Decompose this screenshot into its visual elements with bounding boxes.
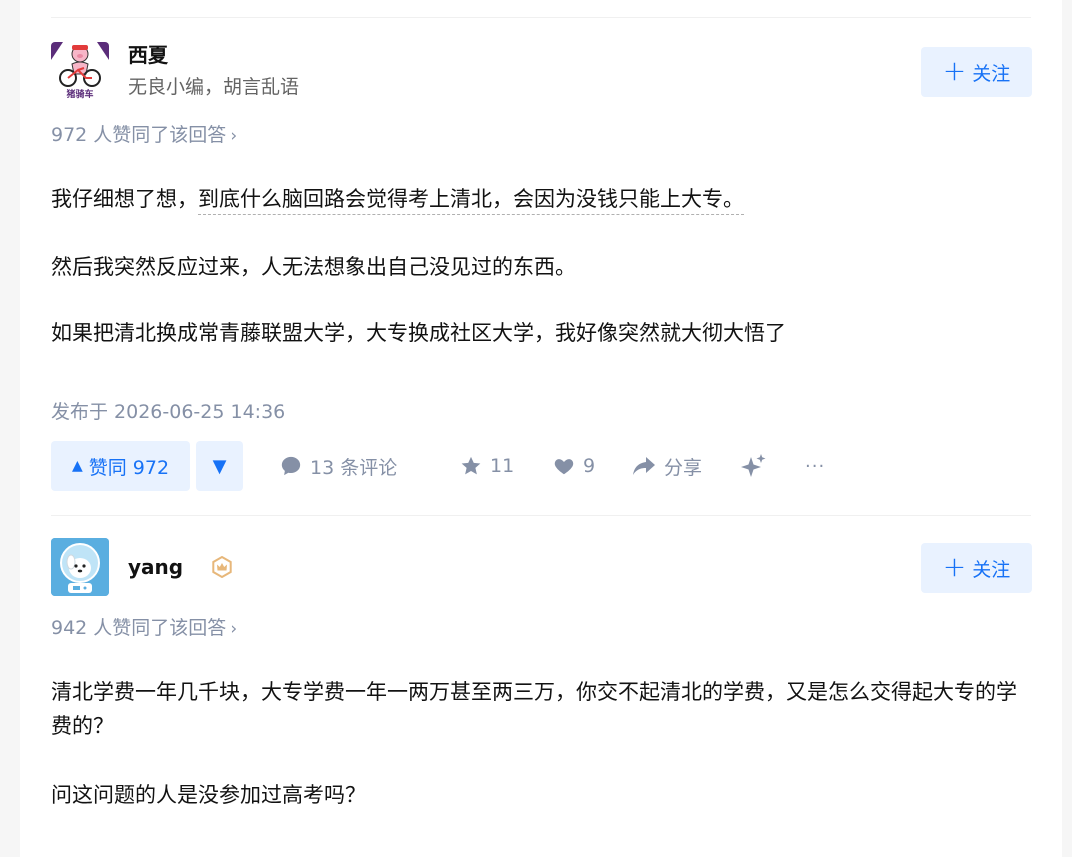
- publish-time[interactable]: 发布于 2026-06-25 14:36: [51, 397, 285, 424]
- upvote-button[interactable]: ▲ 赞同 972: [51, 441, 190, 491]
- comment-icon: [281, 456, 301, 476]
- plus-icon: +: [942, 550, 967, 583]
- follow-label: 关注: [972, 558, 1011, 581]
- comment-button[interactable]: 13 条评论: [280, 441, 397, 491]
- avatar[interactable]: [51, 538, 109, 596]
- avatar[interactable]: 猪骑车: [51, 42, 109, 100]
- favorite-button[interactable]: 11: [460, 441, 514, 491]
- avatar-caption: 猪骑车: [66, 90, 94, 100]
- triangle-down-icon: ▼: [212, 455, 227, 477]
- paragraph-text: 我仔细想了想，: [51, 187, 198, 211]
- downvote-button[interactable]: ▼: [196, 441, 243, 491]
- share-arrow-icon: [633, 457, 655, 475]
- chevron-right-icon: ›: [230, 619, 238, 639]
- plus-icon: +: [942, 54, 967, 87]
- action-bar: ▲ 赞同 972 ▼ 13 条评论 11 9 分享 ···: [51, 441, 1031, 491]
- triangle-up-icon: ▲: [71, 458, 83, 474]
- vote-summary-text: 972 人赞同了该回答: [51, 124, 227, 146]
- answer-paragraph: 如果把清北换成常青藤联盟大学，大专换成社区大学，我好像突然就大彻大悟了: [51, 321, 786, 345]
- comment-label: 13 条评论: [310, 456, 398, 479]
- author-name[interactable]: yang: [128, 555, 183, 579]
- answer-paragraph: 然后我突然反应过来，人无法想象出自己没见过的东西。: [51, 255, 576, 279]
- divider: [51, 515, 1031, 516]
- share-button[interactable]: 分享: [632, 441, 702, 491]
- upvote-label: 赞同 972: [88, 456, 170, 479]
- highlighted-text[interactable]: 到底什么脑回路会觉得考上清北，会因为没钱只能上大专。: [198, 187, 744, 215]
- heart-icon: [554, 459, 574, 475]
- answer-paragraph: 清北学费一年几千块，大专学费一年一两万甚至两三万，你交不起清北的学费，又是怎么交…: [51, 680, 1017, 738]
- chevron-right-icon: ›: [230, 126, 238, 146]
- follow-label: 关注: [972, 62, 1011, 85]
- like-count: 9: [583, 455, 596, 477]
- vote-summary-text: 942 人赞同了该回答: [51, 617, 227, 639]
- ai-sparkle-button[interactable]: [740, 441, 768, 491]
- vote-summary[interactable]: 942 人赞同了该回答 ›: [51, 616, 237, 641]
- follow-button[interactable]: + 关注: [921, 543, 1032, 593]
- answer-paragraph: 我仔细想了想，到底什么脑回路会觉得考上清北，会因为没钱只能上大专。: [51, 182, 1031, 216]
- astronaut-dog-avatar-icon: [51, 538, 109, 596]
- author-name[interactable]: 西夏: [128, 43, 168, 67]
- more-icon: ···: [805, 455, 826, 477]
- sparkle-icon: [741, 454, 766, 477]
- more-button[interactable]: ···: [805, 441, 825, 491]
- author-headline: 无良小编，胡言乱语: [128, 76, 300, 98]
- divider: [51, 17, 1031, 18]
- vote-summary[interactable]: 972 人赞同了该回答 ›: [51, 123, 237, 148]
- favorite-count: 11: [490, 455, 515, 477]
- answer-paragraph: 问这问题的人是没参加过高考吗？: [51, 783, 366, 807]
- share-label: 分享: [664, 456, 703, 479]
- crown-badge-icon[interactable]: [211, 556, 233, 578]
- like-button[interactable]: 9: [553, 441, 595, 491]
- follow-button[interactable]: + 关注: [921, 47, 1032, 97]
- answer-list: 猪骑车 西夏 无良小编，胡言乱语 + 关注 972 人赞同了该回答 › 我仔细想了…: [20, 0, 1062, 857]
- star-icon: [461, 456, 481, 475]
